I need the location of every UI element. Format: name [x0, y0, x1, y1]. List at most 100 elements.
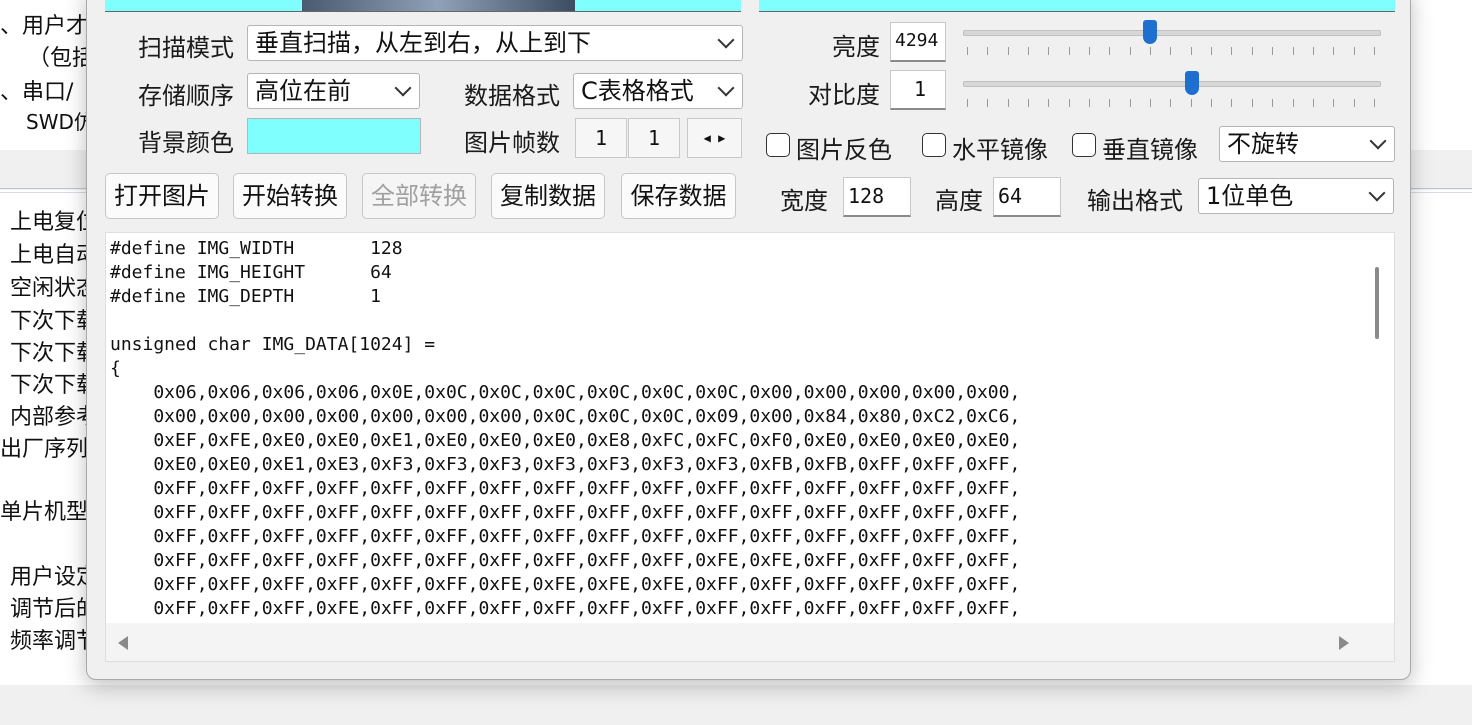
start-convert-button[interactable]: 开始转换 [233, 173, 347, 219]
scan-mode-select[interactable]: 垂直扫描，从左到右，从上到下 [247, 25, 743, 61]
invert-checkbox[interactable] [766, 133, 790, 157]
image-convert-dialog: 扫描模式 垂直扫描，从左到右，从上到下 亮度 4294 存储顺序 高位在前 数据… [86, 0, 1411, 680]
chevron-down-icon [1369, 132, 1387, 150]
brightness-slider-thumb[interactable] [1143, 20, 1158, 44]
tick-mark [1373, 99, 1375, 107]
output-format-select[interactable]: 1位单色 [1198, 178, 1394, 214]
height-field[interactable]: 64 [993, 177, 1061, 217]
invert-label: 图片反色 [796, 136, 892, 164]
code-line: #define IMG_WIDTH 128 [110, 238, 403, 259]
save-data-button[interactable]: 保存数据 [621, 173, 736, 219]
frame-current-field[interactable]: 1 [575, 118, 627, 158]
arrow-right-icon[interactable]: ▶ [718, 131, 725, 145]
height-label: 高度 [935, 187, 983, 215]
tick-mark [1190, 99, 1192, 107]
bg-list-item: 调节后的 [10, 597, 99, 622]
tick-mark [1292, 99, 1294, 107]
tick-mark [1333, 47, 1335, 55]
code-line: unsigned char IMG_DATA[1024] = [110, 334, 436, 355]
scroll-left-icon[interactable] [118, 636, 128, 650]
bg-color-swatch[interactable] [247, 118, 421, 154]
source-photo [302, 0, 575, 11]
bg-color-label: 背景颜色 [138, 129, 234, 157]
tick-mark [1231, 99, 1233, 107]
tick-mark [1007, 47, 1009, 55]
tick-mark [1109, 47, 1111, 55]
chevron-down-icon [717, 79, 735, 97]
scroll-right-icon[interactable] [1339, 636, 1349, 650]
tick-mark [1272, 47, 1274, 55]
tick-mark [1272, 99, 1274, 107]
chevron-down-icon [394, 79, 412, 97]
brightness-label: 亮度 [832, 33, 880, 61]
data-format-select[interactable]: C表格格式 [573, 73, 743, 109]
bg-fragment: 、用户才 [0, 14, 89, 39]
contrast-value-field[interactable]: 1 [890, 70, 946, 110]
bg-list-item: 上电自动 [10, 243, 99, 268]
code-line: 0x00,0x00,0x00,0x00,0x00,0x00,0x00,0x0C,… [110, 406, 1021, 427]
brightness-value-field[interactable]: 4294 [890, 22, 946, 62]
tick-mark [1211, 47, 1213, 55]
code-line: 0xFF,0xFF,0xFF,0xFE,0xFF,0xFF,0xFF,0xFF,… [110, 598, 1021, 619]
tick-mark [1028, 47, 1030, 55]
storage-order-value: 高位在前 [255, 77, 351, 105]
storage-order-select[interactable]: 高位在前 [247, 73, 420, 109]
tick-mark [1190, 47, 1192, 55]
arrow-left-icon[interactable]: ◀ [704, 131, 711, 145]
hmirror-checkbox[interactable] [922, 133, 946, 157]
tick-mark [1333, 99, 1335, 107]
tick-mark [1048, 47, 1050, 55]
chevron-down-icon [717, 31, 735, 49]
code-line: 0xFF,0xFF,0xFF,0xFF,0xFF,0xFF,0xFE,0xFE,… [110, 574, 1021, 595]
output-code-editor[interactable]: #define IMG_WIDTH 128 #define IMG_HEIGHT … [105, 232, 1395, 662]
tick-mark [1089, 47, 1091, 55]
scan-mode-value: 垂直扫描，从左到右，从上到下 [255, 29, 591, 57]
width-field[interactable]: 128 [843, 177, 911, 217]
tick-mark [1109, 99, 1111, 107]
vertical-scrollbar-thumb[interactable] [1375, 267, 1379, 339]
frame-spinner[interactable]: ◀ ▶ [687, 118, 742, 158]
bg-fragment: 、串口/ [0, 80, 74, 105]
background-bottom-band [0, 685, 1472, 725]
chevron-down-icon [1368, 184, 1386, 202]
convert-all-button[interactable]: 全部转换 [362, 173, 476, 219]
rotate-select[interactable]: 不旋转 [1219, 126, 1395, 162]
code-line: 0xFF,0xFF,0xFF,0xFF,0xFF,0xFF,0xFF,0xFF,… [110, 526, 1021, 547]
code-line: 0xEF,0xFE,0xE0,0xE0,0xE1,0xE0,0xE0,0xE0,… [110, 430, 1021, 451]
code-line: 0xFF,0xFF,0xFF,0xFF,0xFF,0xFF,0xFF,0xFF,… [110, 478, 1021, 499]
horizontal-scrollbar[interactable] [106, 623, 1394, 661]
vmirror-checkbox[interactable] [1072, 133, 1096, 157]
tick-mark [1251, 47, 1253, 55]
bg-list-item: 内部参考 [10, 405, 99, 430]
tick-mark [987, 47, 989, 55]
brightness-slider-track[interactable] [963, 30, 1381, 36]
contrast-slider-thumb[interactable] [1184, 71, 1199, 95]
vertical-scrollbar[interactable] [1362, 233, 1394, 625]
tick-mark [1353, 47, 1355, 55]
code-line: 0x06,0x06,0x06,0x06,0x0E,0x0C,0x0C,0x0C,… [110, 382, 1021, 403]
tick-mark [1292, 47, 1294, 55]
frame-total-field[interactable]: 1 [628, 118, 680, 158]
tick-mark [1089, 99, 1091, 107]
tick-mark [1251, 99, 1253, 107]
code-line: { [110, 358, 121, 379]
bg-list-item: 下次下载 [10, 309, 99, 334]
scan-mode-label: 扫描模式 [138, 34, 234, 62]
rotate-value: 不旋转 [1227, 130, 1299, 158]
contrast-slider-track[interactable] [963, 81, 1381, 87]
bg-list-item: 下次下载 [10, 373, 99, 398]
open-image-button[interactable]: 打开图片 [105, 173, 219, 219]
tick-mark [1211, 99, 1213, 107]
tick-mark [1150, 99, 1152, 107]
hmirror-label: 水平镜像 [952, 136, 1048, 164]
tick-mark [1048, 99, 1050, 107]
tick-mark [1028, 99, 1030, 107]
tick-mark [1170, 99, 1172, 107]
output-format-value: 1位单色 [1206, 182, 1294, 210]
copy-data-button[interactable]: 复制数据 [491, 173, 605, 219]
width-label: 宽度 [780, 187, 828, 215]
bg-fragment: （包括 [28, 46, 95, 71]
bg-list-item: 下次下载 [10, 341, 99, 366]
tick-mark [1068, 99, 1070, 107]
